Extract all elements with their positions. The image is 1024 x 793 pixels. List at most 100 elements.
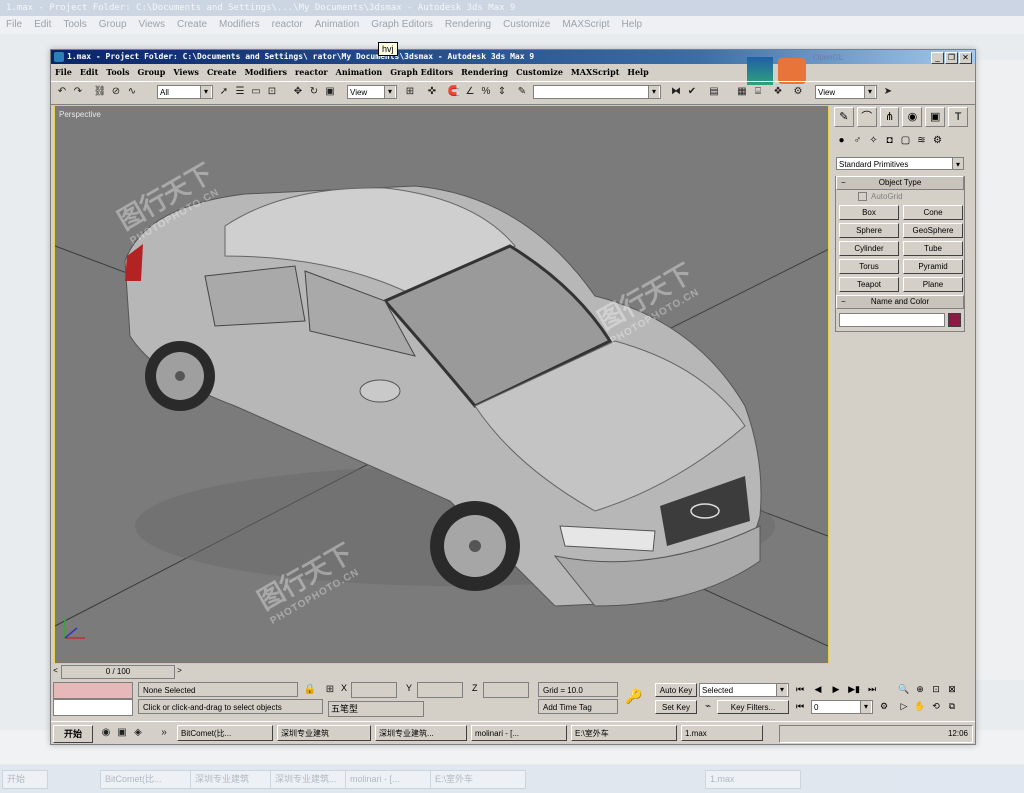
create-tube-button[interactable]: Tube	[903, 241, 963, 257]
spinner-snap-icon[interactable]: ⇕	[495, 85, 509, 99]
zoom-extents-icon[interactable]: ⊡	[929, 683, 943, 696]
perspective-viewport[interactable]: Perspective 图行天下 PHOTOPHOTO.CN 图行天下 PHOT…	[54, 105, 829, 664]
start-button[interactable]: 开始	[53, 725, 93, 743]
key-mode-dropdown[interactable]: Selected	[699, 683, 789, 697]
helpers-icon[interactable]: ▢	[899, 134, 912, 147]
menu-item-maxscript[interactable]: MAXScript	[567, 65, 623, 79]
menu-item-group[interactable]: Group	[134, 65, 170, 79]
rect-selection-icon[interactable]: ▭	[249, 85, 263, 99]
primitive-category-dropdown[interactable]: Standard Primitives	[836, 157, 964, 170]
autogrid-checkbox[interactable]: AutoGrid	[836, 190, 964, 203]
ime-toolbar[interactable]: 五笔型	[328, 701, 424, 717]
maxscript-output-field[interactable]	[53, 699, 133, 716]
lock-selection-icon[interactable]: 🔒	[303, 683, 317, 697]
next-frame-icon[interactable]: ▶▮	[847, 683, 861, 696]
menu-item-file[interactable]: File	[51, 65, 76, 79]
lights-icon[interactable]: ✧	[867, 134, 880, 147]
scale-icon[interactable]: ▣	[323, 85, 337, 99]
move-icon[interactable]: ✥	[291, 85, 305, 99]
quick-render-icon[interactable]: ➤	[881, 85, 895, 99]
orbit-icon[interactable]: ⟲	[929, 700, 943, 713]
edit-named-sel-icon[interactable]: ✎	[515, 85, 529, 99]
mirror-icon[interactable]: ⧓	[669, 85, 683, 99]
menu-item-tools[interactable]: Tools	[102, 65, 133, 79]
prev-frame-icon[interactable]: ◀	[811, 683, 825, 696]
cameras-icon[interactable]: ◘	[883, 134, 896, 147]
prev-frame-arrow-icon[interactable]: <	[51, 665, 60, 677]
taskbar-item[interactable]: 深圳专业建筑...	[375, 725, 467, 741]
hierarchy-tab-icon[interactable]: ⋔	[879, 107, 900, 127]
unlink-icon[interactable]: ⊘	[109, 85, 123, 99]
quicklaunch-ie-icon[interactable]: ◉	[99, 726, 113, 740]
name-color-header[interactable]: − Name and Color	[836, 295, 964, 309]
z-coordinate-field[interactable]	[483, 682, 529, 698]
shapes-icon[interactable]: ♂	[851, 134, 864, 147]
select-by-name-icon[interactable]: ☰	[233, 85, 247, 99]
layer-manager-icon[interactable]: ▤	[707, 85, 721, 99]
display-tab-icon[interactable]: ▣	[925, 107, 946, 127]
menu-item-customize[interactable]: Customize	[512, 65, 567, 79]
key-filters-button[interactable]: Key Filters...	[717, 700, 789, 714]
object-type-header[interactable]: − Object Type	[836, 176, 964, 190]
taskbar-item[interactable]: BitComet(比...	[177, 725, 273, 741]
key-filter-icon[interactable]: ⌁	[701, 700, 715, 714]
pan-icon[interactable]: ✋	[913, 700, 927, 713]
auto-key-button[interactable]: Auto Key	[655, 683, 697, 697]
create-sphere-button[interactable]: Sphere	[839, 223, 899, 239]
undo-icon[interactable]: ↶	[55, 85, 69, 99]
close-button[interactable]: ✕	[959, 52, 972, 64]
create-box-button[interactable]: Box	[839, 205, 899, 221]
create-teapot-button[interactable]: Teapot	[839, 277, 899, 293]
add-time-tag[interactable]: Add Time Tag	[538, 699, 618, 714]
menu-item-rendering[interactable]: Rendering	[457, 65, 512, 79]
menu-item-edit[interactable]: Edit	[76, 65, 102, 79]
menu-item-help[interactable]: Help	[623, 65, 652, 79]
ref-coord-dropdown[interactable]: View	[347, 85, 397, 99]
set-key-button[interactable]: Set Key	[655, 700, 697, 714]
rotate-icon[interactable]: ↻	[307, 85, 321, 99]
y-coordinate-field[interactable]	[417, 682, 463, 698]
create-cylinder-button[interactable]: Cylinder	[839, 241, 899, 257]
render-type-dropdown[interactable]: View	[815, 85, 877, 99]
next-frame-arrow-icon[interactable]: >	[175, 665, 184, 677]
maxscript-listener-field[interactable]	[53, 682, 133, 699]
absolute-mode-icon[interactable]: ⊞	[323, 683, 337, 697]
menu-item-animation[interactable]: Animation	[332, 65, 387, 79]
taskbar-item[interactable]: E:\室外车	[571, 725, 677, 741]
create-tab-icon[interactable]: ✎	[834, 107, 854, 127]
menu-item-reactor[interactable]: reactor	[291, 65, 332, 79]
zoom-extents-all-icon[interactable]: ⊠	[945, 683, 959, 696]
taskbar-overflow-icon[interactable]: »	[157, 726, 171, 740]
taskbar-item[interactable]: molinari - [...	[471, 725, 567, 741]
modify-tab-icon[interactable]: ⌒	[856, 107, 877, 127]
field-of-view-icon[interactable]: ▷	[897, 700, 911, 713]
set-key-icon[interactable]: 🔑	[625, 688, 642, 705]
window-crossing-icon[interactable]: ⊡	[265, 85, 279, 99]
redo-icon[interactable]: ↷	[71, 85, 85, 99]
select-link-icon[interactable]: ⛓	[93, 85, 107, 99]
align-icon[interactable]: ✔	[685, 85, 699, 99]
create-cone-button[interactable]: Cone	[903, 205, 963, 221]
selection-filter-dropdown[interactable]: All	[157, 85, 213, 99]
named-selection-dropdown[interactable]	[533, 85, 661, 99]
viewport-label[interactable]: Perspective	[59, 110, 101, 119]
render-scene-icon[interactable]: ⚙	[791, 85, 805, 99]
material-editor-icon[interactable]: ❖	[771, 85, 785, 99]
angle-snap-icon[interactable]: ∠	[463, 85, 477, 99]
menu-item-views[interactable]: Views	[169, 65, 203, 79]
schematic-icon[interactable]: ⌸	[751, 85, 765, 99]
zoom-all-icon[interactable]: ⊕	[913, 683, 927, 696]
x-coordinate-field[interactable]	[351, 682, 397, 698]
go-to-end-icon[interactable]: ⏭	[865, 683, 879, 696]
snap-icon[interactable]: 🧲	[447, 85, 461, 99]
utilities-tab-icon[interactable]: T	[948, 107, 968, 127]
create-torus-button[interactable]: Torus	[839, 259, 899, 275]
key-mode-toggle-icon[interactable]: ⏮	[793, 700, 807, 713]
object-color-swatch[interactable]	[947, 313, 961, 327]
zoom-icon[interactable]: 🔍	[897, 683, 911, 696]
object-name-input[interactable]	[839, 313, 945, 327]
pivot-icon[interactable]: ⊞	[403, 85, 417, 99]
select-manipulate-icon[interactable]: ✜	[425, 85, 439, 99]
select-object-icon[interactable]: ➚	[217, 85, 231, 99]
taskbar-item[interactable]: 深圳专业建筑	[277, 725, 371, 741]
